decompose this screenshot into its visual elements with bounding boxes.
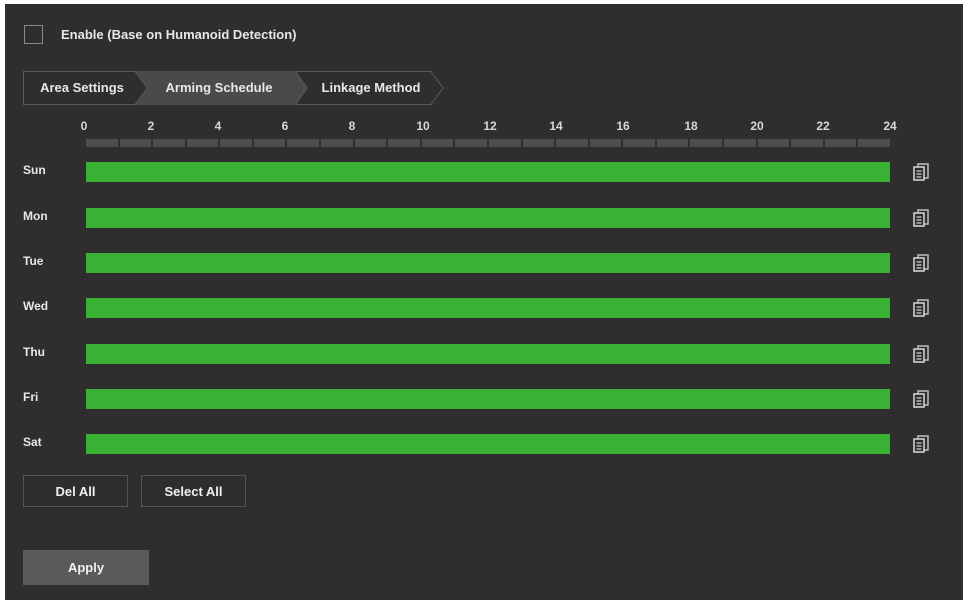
schedule-row-tue: Tue xyxy=(5,251,963,275)
copy-icon[interactable] xyxy=(912,298,930,318)
tab-area-settings-label: Area Settings xyxy=(40,80,124,95)
hour-segment xyxy=(791,139,823,147)
schedule-bar[interactable] xyxy=(86,344,890,364)
hour-segment xyxy=(757,139,790,147)
del-all-button[interactable]: Del All xyxy=(23,475,128,507)
hour-label: 24 xyxy=(883,119,897,133)
hour-label: 6 xyxy=(281,119,289,133)
copy-icon[interactable] xyxy=(912,434,930,454)
schedule-bar[interactable] xyxy=(86,253,890,273)
copy-icon[interactable] xyxy=(912,208,930,228)
hour-segment xyxy=(86,139,118,147)
hour-label: 2 xyxy=(147,119,155,133)
tab-linkage-method[interactable]: Linkage Method xyxy=(295,71,444,105)
hour-segment xyxy=(556,139,588,147)
schedule-bar[interactable] xyxy=(86,298,890,318)
hour-segment xyxy=(421,139,454,147)
schedule-row-wed: Wed xyxy=(5,296,963,320)
hour-segment xyxy=(253,139,286,147)
hour-segment xyxy=(220,139,252,147)
day-label: Sat xyxy=(23,435,42,449)
hour-segment xyxy=(690,139,722,147)
hour-label: 10 xyxy=(416,119,430,133)
hour-label: 8 xyxy=(348,119,356,133)
schedule-row-mon: Mon xyxy=(5,206,963,230)
hour-label: 0 xyxy=(80,119,88,133)
hour-segment xyxy=(488,139,521,147)
hour-segment xyxy=(723,139,756,147)
hour-segment xyxy=(522,139,555,147)
enable-checkbox[interactable] xyxy=(24,24,43,44)
hour-label: 18 xyxy=(684,119,698,133)
day-label: Thu xyxy=(23,345,45,359)
hour-segment xyxy=(455,139,487,147)
tab-area-settings[interactable]: Area Settings xyxy=(23,71,148,105)
hour-segment xyxy=(388,139,420,147)
schedule-bar[interactable] xyxy=(86,434,890,454)
hour-axis: 0 2 4 6 8 10 12 14 16 18 20 22 24 xyxy=(5,119,963,139)
motion-detection-panel: Enable (Base on Humanoid Detection) Area… xyxy=(5,4,963,600)
copy-icon[interactable] xyxy=(912,389,930,409)
hour-segment xyxy=(589,139,622,147)
hour-label: 14 xyxy=(549,119,563,133)
schedule-row-sat: Sat xyxy=(5,432,963,456)
schedule-row-fri: Fri xyxy=(5,387,963,411)
hour-segment xyxy=(119,139,152,147)
hour-segment xyxy=(186,139,219,147)
hour-segment xyxy=(858,139,890,147)
hour-segment xyxy=(354,139,387,147)
tab-linkage-method-label: Linkage Method xyxy=(321,80,421,95)
hour-segment xyxy=(287,139,320,147)
hour-segment xyxy=(824,139,857,147)
day-label: Sun xyxy=(23,163,46,177)
tab-arming-schedule-label: Arming Schedule xyxy=(165,80,273,95)
day-label: Tue xyxy=(23,254,44,268)
enable-label: Enable (Base on Humanoid Detection) xyxy=(61,26,297,42)
schedule-row-sun: Sun xyxy=(5,160,963,184)
copy-icon[interactable] xyxy=(912,162,930,182)
schedule-row-thu: Thu xyxy=(5,342,963,366)
hour-label: 12 xyxy=(483,119,497,133)
apply-button[interactable]: Apply xyxy=(23,550,149,585)
day-label: Fri xyxy=(23,390,39,404)
copy-icon[interactable] xyxy=(912,344,930,364)
hour-label: 20 xyxy=(750,119,764,133)
schedule-bar[interactable] xyxy=(86,389,890,409)
hour-ruler xyxy=(86,139,890,147)
enable-row: Enable (Base on Humanoid Detection) xyxy=(24,23,296,45)
day-label: Mon xyxy=(23,209,48,223)
hour-segment xyxy=(656,139,689,147)
copy-icon[interactable] xyxy=(912,253,930,273)
hour-label: 16 xyxy=(616,119,630,133)
select-all-button[interactable]: Select All xyxy=(141,475,246,507)
hour-segment xyxy=(321,139,353,147)
day-label: Wed xyxy=(23,299,49,313)
schedule-bar[interactable] xyxy=(86,208,890,228)
hour-segment xyxy=(623,139,655,147)
hour-segment xyxy=(153,139,185,147)
hour-label: 22 xyxy=(816,119,830,133)
schedule-bar[interactable] xyxy=(86,162,890,182)
tab-arming-schedule[interactable]: Arming Schedule xyxy=(135,71,307,105)
hour-label: 4 xyxy=(214,119,222,133)
